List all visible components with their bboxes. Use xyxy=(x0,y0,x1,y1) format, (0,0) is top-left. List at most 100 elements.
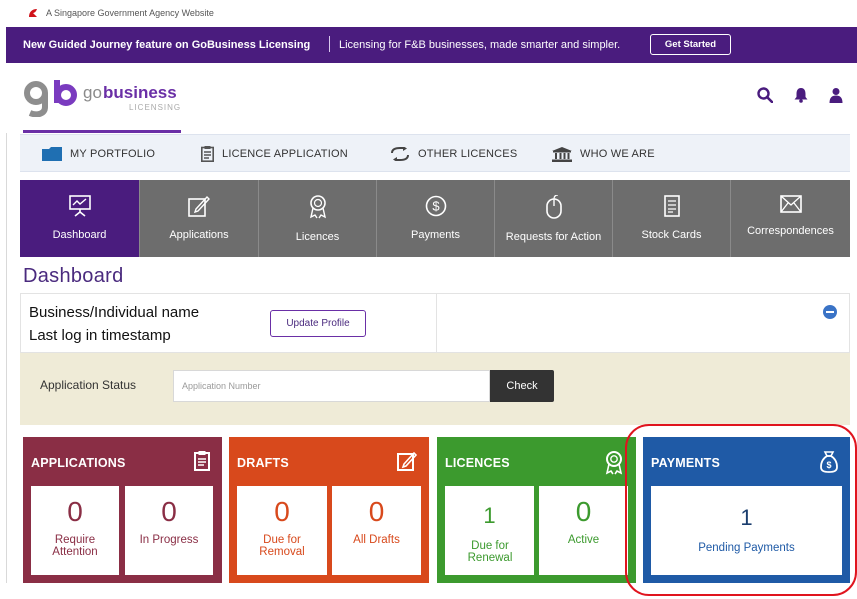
edit-icon xyxy=(188,195,210,217)
mouse-icon xyxy=(545,195,562,219)
subnav-label: LICENCE APPLICATION xyxy=(222,148,348,160)
stat-label: Active xyxy=(567,534,600,546)
stat-label: Pending Payments xyxy=(698,542,795,554)
main-tiles: Dashboard Applications Licences $ Paymen… xyxy=(20,180,850,257)
licences-card[interactable]: LICENCES 1 Due for Renewal 0 Active xyxy=(437,437,636,583)
site-header: go business LICENSING xyxy=(6,63,857,133)
logo-underline xyxy=(23,130,181,133)
gov-strip: A Singapore Government Agency Website xyxy=(0,0,857,27)
tile-label: Applications xyxy=(169,229,229,241)
application-number-input[interactable] xyxy=(173,370,490,402)
promo-separator xyxy=(329,36,330,52)
award-icon xyxy=(309,195,326,219)
tile-dashboard[interactable]: Dashboard xyxy=(20,180,140,257)
search-icon[interactable] xyxy=(757,87,773,103)
subnav-label: MY PORTFOLIO xyxy=(70,148,156,160)
arrows-swap-icon xyxy=(391,147,409,161)
stat-value: 1 xyxy=(483,503,496,528)
stat-value: 0 xyxy=(161,496,177,527)
gov-strip-text: A Singapore Government Agency Website xyxy=(46,8,214,18)
bell-icon[interactable] xyxy=(793,87,809,103)
money-bag-icon: $ xyxy=(820,451,838,473)
user-icon[interactable] xyxy=(829,87,843,103)
stat-label: In Progress xyxy=(139,534,199,546)
logo-text-licensing: LICENSING xyxy=(129,103,181,112)
stat-due-for-removal[interactable]: 0 Due for Removal xyxy=(237,486,327,575)
header-icons xyxy=(757,87,843,103)
dollar-icon: $ xyxy=(425,195,446,217)
application-status-label: Application Status xyxy=(40,378,137,392)
tile-applications[interactable]: Applications xyxy=(140,180,259,257)
clipboard-icon xyxy=(201,146,214,162)
tile-correspondences[interactable]: Correspondences xyxy=(731,180,850,257)
subnav-label: OTHER LICENCES xyxy=(418,148,518,160)
subnav-who-we-are[interactable]: WHO WE ARE xyxy=(552,135,655,173)
stat-in-progress[interactable]: 0 In Progress xyxy=(125,486,213,575)
tile-label: Licences xyxy=(295,231,340,243)
stat-pending-payments[interactable]: 1 Pending Payments xyxy=(651,486,842,575)
stat-label: Due for Renewal xyxy=(467,540,513,564)
tile-label: Stock Cards xyxy=(641,229,702,241)
folder-icon xyxy=(42,147,62,161)
tile-label: Dashboard xyxy=(52,229,107,241)
applications-card[interactable]: APPLICATIONS 0 Require Attention 0 In Pr… xyxy=(23,437,222,583)
gb-logo-icon: go business LICENSING xyxy=(24,80,181,118)
application-status-bar: Application Status Check xyxy=(20,353,850,425)
payments-card[interactable]: PAYMENTS $ 1 Pending Payments xyxy=(643,437,850,583)
singapore-lion-icon xyxy=(29,9,37,17)
institution-icon xyxy=(552,146,572,162)
stat-value: 0 xyxy=(67,496,83,527)
tile-label: Payments xyxy=(411,229,460,241)
tile-label: Correspondences xyxy=(747,225,834,237)
promo-headline: New Guided Journey feature on GoBusiness… xyxy=(23,39,311,51)
edit-icon xyxy=(397,451,417,471)
card-title: DRAFTS xyxy=(237,456,289,470)
stat-value: 0 xyxy=(274,496,290,527)
stat-label: Require Attention xyxy=(52,534,98,558)
card-title: LICENCES xyxy=(445,456,510,470)
check-button[interactable]: Check xyxy=(490,370,554,402)
promo-subline: Licensing for F&B businesses, made smart… xyxy=(339,39,621,51)
update-profile-button[interactable]: Update Profile xyxy=(270,310,366,337)
logo-text-go: go xyxy=(83,83,102,102)
collapse-minus-icon[interactable] xyxy=(823,305,837,319)
document-icon xyxy=(663,195,680,217)
profile-panel: Business/Individual name Last log in tim… xyxy=(20,293,850,353)
tile-requests-for-action[interactable]: Requests for Action xyxy=(495,180,613,257)
tile-label: Requests for Action xyxy=(505,231,602,243)
logo-text-business: business xyxy=(103,83,177,102)
clipboard-icon xyxy=(194,451,210,471)
profile-divider xyxy=(436,294,437,352)
stat-require-attention[interactable]: 0 Require Attention xyxy=(31,486,119,575)
tile-stock-cards[interactable]: Stock Cards xyxy=(613,180,731,257)
page-title: Dashboard xyxy=(23,265,124,287)
subnav-label: WHO WE ARE xyxy=(580,148,655,160)
stat-all-drafts[interactable]: 0 All Drafts xyxy=(332,486,421,575)
drafts-card[interactable]: DRAFTS 0 Due for Removal 0 All Drafts xyxy=(229,437,429,583)
subnav-other-licences[interactable]: OTHER LICENCES xyxy=(390,135,517,173)
promo-banner: New Guided Journey feature on GoBusiness… xyxy=(6,27,857,63)
tile-payments[interactable]: $ Payments xyxy=(377,180,495,257)
svg-text:$: $ xyxy=(432,199,440,214)
award-icon xyxy=(605,451,623,475)
card-title: APPLICATIONS xyxy=(31,456,126,470)
card-title: PAYMENTS xyxy=(651,456,720,470)
stat-value: 0 xyxy=(575,496,592,527)
envelope-icon xyxy=(779,195,802,213)
business-name: Business/Individual name xyxy=(29,304,200,321)
gobusiness-logo[interactable]: go business LICENSING xyxy=(23,77,183,118)
svg-text:$: $ xyxy=(826,460,831,470)
presentation-icon xyxy=(68,195,91,217)
get-started-button[interactable]: Get Started xyxy=(650,34,731,55)
stat-value: 1 xyxy=(740,505,753,530)
subnav-my-portfolio[interactable]: MY PORTFOLIO xyxy=(42,135,155,173)
stat-active[interactable]: 0 Active xyxy=(539,486,628,575)
stat-value: 0 xyxy=(368,496,385,527)
last-login-timestamp: Last log in timestamp xyxy=(29,327,171,344)
stat-label: Due for Removal xyxy=(259,534,305,558)
stat-due-for-renewal[interactable]: 1 Due for Renewal xyxy=(445,486,534,575)
sub-navigation: MY PORTFOLIO LICENCE APPLICATION OTHER L… xyxy=(20,134,850,172)
stat-label: All Drafts xyxy=(353,534,400,546)
subnav-licence-application[interactable]: LICENCE APPLICATION xyxy=(201,135,348,173)
tile-licences[interactable]: Licences xyxy=(259,180,377,257)
